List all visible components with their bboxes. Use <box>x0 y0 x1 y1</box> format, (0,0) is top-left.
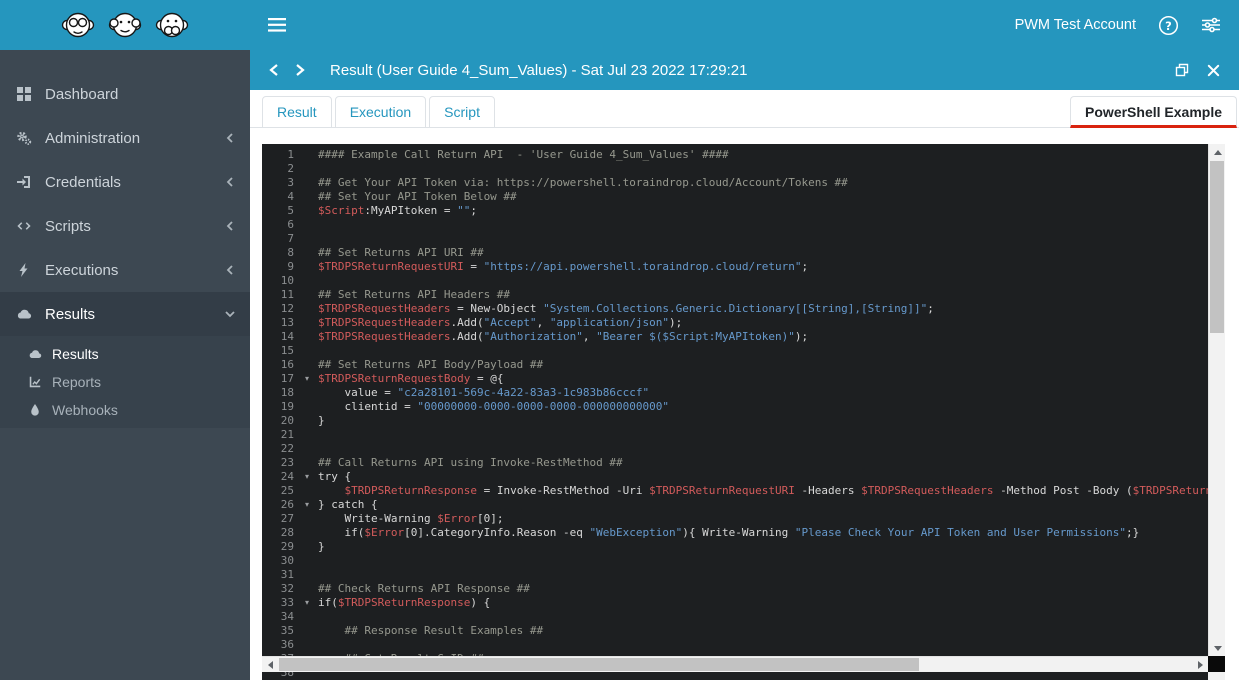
sidebar-subitem-label: Reports <box>52 374 101 390</box>
sidebar-item-scripts[interactable]: Scripts <box>0 204 250 248</box>
sidebar-subitem-label: Webhooks <box>52 402 118 418</box>
up-arrow-icon <box>1214 150 1222 155</box>
scroll-left-button[interactable] <box>262 657 278 673</box>
droplet-icon <box>26 403 43 417</box>
results-submenu: Results Reports Webhooks <box>0 336 250 428</box>
scrollbar-corner <box>1208 656 1225 672</box>
dialog-title: Result (User Guide 4_Sum_Values) - Sat J… <box>330 62 747 79</box>
sidebar-item-executions[interactable]: Executions <box>0 248 250 292</box>
horizontal-scroll-thumb[interactable] <box>279 658 919 671</box>
account-name[interactable]: PWM Test Account <box>1015 17 1136 33</box>
result-titlebar: Result (User Guide 4_Sum_Values) - Sat J… <box>250 50 1239 90</box>
sidebar-item-dashboard[interactable]: Dashboard <box>0 72 250 116</box>
result-content: Result Execution Script PowerShell Examp… <box>250 90 1239 680</box>
titlebar-actions <box>1174 62 1221 78</box>
scroll-up-button[interactable] <box>1209 144 1225 160</box>
chevron-left-icon <box>224 176 236 188</box>
app-logo[interactable] <box>0 0 250 50</box>
fold-toggle-icon[interactable]: ▾ <box>305 372 309 386</box>
editor-code[interactable]: #### Example Call Return API - 'User Gui… <box>318 148 1208 680</box>
vertical-scroll-thumb[interactable] <box>1210 161 1224 333</box>
scroll-right-button[interactable] <box>1192 657 1208 673</box>
horizontal-scrollbar[interactable] <box>262 656 1208 672</box>
scroll-down-button[interactable] <box>1209 640 1225 656</box>
chevron-left-icon <box>224 264 236 276</box>
sidebar-menu: Dashboard Administration Credentials <box>0 50 250 428</box>
fold-toggle-icon[interactable]: ▾ <box>305 498 309 512</box>
help-circle-icon: ? <box>1158 15 1179 36</box>
chevron-left-icon <box>268 63 280 77</box>
app-window: Dashboard Administration Credentials <box>0 0 1239 680</box>
tab-bar: Result Execution Script PowerShell Examp… <box>250 90 1239 128</box>
svg-text:?: ? <box>1165 18 1172 32</box>
tab-script[interactable]: Script <box>429 96 495 128</box>
sidebar-subitem-reports[interactable]: Reports <box>0 368 250 396</box>
main-area: PWM Test Account ? <box>250 0 1239 680</box>
sidebar-item-administration[interactable]: Administration <box>0 116 250 160</box>
code-icon <box>14 218 34 234</box>
chevron-right-icon <box>294 63 306 77</box>
sidebar-subitem-label: Results <box>52 346 99 362</box>
cloud-icon <box>14 306 34 322</box>
editor-gutter: 1234567891011121314151617▾18192021222324… <box>262 148 312 680</box>
close-icon <box>1206 63 1221 78</box>
sidebar-item-credentials[interactable]: Credentials <box>0 160 250 204</box>
right-arrow-icon <box>1198 661 1203 669</box>
tab-execution[interactable]: Execution <box>335 96 426 128</box>
gears-icon <box>14 130 34 146</box>
sidebar-item-label: Credentials <box>45 174 121 191</box>
settings-button[interactable] <box>1201 15 1221 35</box>
chevron-left-icon <box>224 220 236 232</box>
menu-hamburger-icon <box>268 18 286 32</box>
next-result-button[interactable] <box>294 63 306 77</box>
down-arrow-icon <box>1214 646 1222 651</box>
restore-window-button[interactable] <box>1174 62 1190 78</box>
sidebar-item-label: Executions <box>45 262 118 279</box>
bolt-icon <box>14 262 34 278</box>
cloud-icon <box>26 347 43 361</box>
help-button[interactable]: ? <box>1158 15 1179 36</box>
menu-toggle-button[interactable] <box>268 18 286 32</box>
sliders-icon <box>1201 15 1221 35</box>
three-monkeys-logo-icon <box>55 6 195 44</box>
topbar: PWM Test Account ? <box>250 0 1239 50</box>
tab-result[interactable]: Result <box>262 96 332 128</box>
sidebar-subitem-results[interactable]: Results <box>0 340 250 368</box>
tab-powershell-example[interactable]: PowerShell Example <box>1070 96 1237 128</box>
dashboard-grid-icon <box>14 86 34 102</box>
chevron-down-icon <box>224 308 236 320</box>
left-arrow-icon <box>268 661 273 669</box>
sidebar-item-label: Dashboard <box>45 86 118 103</box>
sign-in-icon <box>14 174 34 190</box>
sidebar-item-label: Results <box>45 306 95 323</box>
sidebar-item-label: Administration <box>45 130 140 147</box>
restore-window-icon <box>1174 62 1190 78</box>
vertical-scrollbar[interactable] <box>1208 144 1225 656</box>
sidebar: Dashboard Administration Credentials <box>0 0 250 680</box>
sidebar-item-label: Scripts <box>45 218 91 235</box>
code-editor[interactable]: 1234567891011121314151617▾18192021222324… <box>262 144 1225 680</box>
scrollbar-under-strip <box>1208 672 1225 680</box>
close-button[interactable] <box>1206 63 1221 78</box>
fold-toggle-icon[interactable]: ▾ <box>305 470 309 484</box>
sidebar-subitem-webhooks[interactable]: Webhooks <box>0 396 250 424</box>
chevron-left-icon <box>224 132 236 144</box>
chart-line-icon <box>26 375 43 389</box>
fold-toggle-icon[interactable]: ▾ <box>305 596 309 610</box>
sidebar-item-results[interactable]: Results <box>0 292 250 336</box>
prev-result-button[interactable] <box>268 63 280 77</box>
topbar-right: PWM Test Account ? <box>1015 15 1221 36</box>
